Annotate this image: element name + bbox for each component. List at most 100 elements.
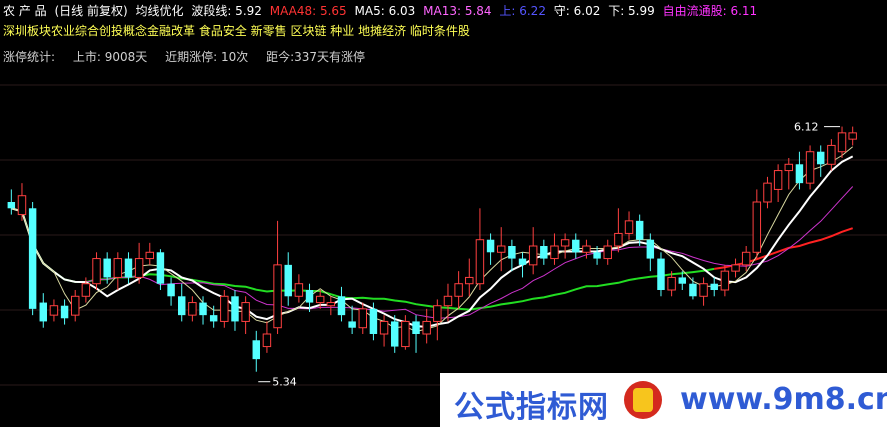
candle-body	[39, 302, 48, 322]
candle-body	[348, 321, 356, 328]
stats-recent: 近期涨停: 10次	[165, 50, 249, 64]
watermark-domain: www.9m8.cn	[680, 382, 887, 417]
candle-body	[667, 276, 676, 291]
candle-body	[540, 246, 548, 259]
candle-body	[199, 302, 207, 316]
chart-mode: (日线 前复权)	[54, 4, 128, 18]
candle-body	[710, 283, 718, 290]
candle-body	[773, 170, 783, 190]
candle-body	[28, 208, 37, 309]
candle-body	[209, 315, 218, 322]
candle-body	[593, 252, 601, 259]
candle-body	[572, 239, 580, 253]
candle-body	[689, 283, 697, 297]
candle-body	[848, 132, 857, 140]
candle-body	[454, 283, 463, 297]
candle-body	[358, 308, 368, 329]
concept-tags: 深圳板块农业综合创投概念金融改革 食品安全 新零售 区块链 种业 地摊经济 临时…	[3, 22, 474, 39]
moving-average-lines	[11, 146, 854, 333]
candle-body	[412, 321, 420, 334]
candle-body	[156, 252, 165, 284]
candle-body	[379, 320, 389, 335]
candle-body	[262, 333, 272, 348]
candle-body	[603, 245, 612, 260]
logo-icon	[624, 381, 662, 419]
candle-body	[167, 283, 175, 297]
candle-body	[401, 320, 410, 348]
ma5-line	[11, 146, 854, 333]
candle-body	[49, 305, 59, 316]
candle-body	[827, 144, 836, 165]
stats-since: 距今:337天有涨停	[266, 50, 366, 64]
indicator-value: MA5: 6.03	[354, 4, 416, 18]
candle-body	[518, 258, 527, 265]
candle-body	[560, 239, 570, 247]
candle-body	[646, 239, 655, 259]
indicator-value: 自由流通股: 6.11	[662, 4, 758, 18]
candle-body	[550, 245, 559, 260]
candle-body	[252, 340, 261, 360]
indicator-header: 农 产 品 (日线 前复权) 均线优化 波段线: 5.92 MAA48: 5.6…	[3, 2, 761, 19]
candle-body	[124, 258, 133, 278]
indicator-name: 均线优化	[135, 4, 184, 18]
band-line	[11, 155, 854, 328]
candle-body	[795, 164, 804, 184]
candle-body	[699, 283, 708, 297]
candle-body	[60, 305, 69, 319]
candle-body	[145, 251, 155, 260]
candle-body	[475, 239, 485, 285]
candle-body	[433, 305, 442, 322]
candle-body	[326, 302, 336, 307]
low-price-label: 5.34	[272, 376, 297, 389]
candle-body	[113, 258, 123, 278]
candle-body	[284, 264, 292, 297]
candle-body	[81, 283, 91, 297]
candle-body	[614, 232, 623, 247]
candle-body	[528, 245, 538, 266]
maa48-line-red	[714, 227, 854, 270]
indicator-value: 上: 6.22	[499, 4, 546, 18]
candle-body	[624, 220, 634, 234]
candle-body	[177, 296, 186, 316]
stats-listed: 上市: 9008天	[72, 50, 148, 64]
candle-body	[103, 258, 111, 278]
limit-up-stats: 涨停统计: 上市: 9008天 近期涨停: 10次 距今:337天有涨停	[3, 48, 379, 65]
candle-body	[7, 202, 16, 209]
candle-body	[805, 151, 815, 184]
candle-body	[188, 302, 197, 316]
candle-body	[70, 295, 80, 316]
candle-body	[390, 321, 399, 347]
candle-body	[657, 258, 665, 290]
candle-body	[231, 296, 239, 322]
candle-body	[337, 296, 346, 316]
candle-body	[294, 283, 304, 297]
candle-body	[635, 220, 644, 240]
candle-body	[508, 246, 516, 259]
candle-body	[496, 245, 506, 253]
candle-body	[241, 302, 250, 322]
indicator-value: 波段线: 5.92	[191, 4, 262, 18]
candles	[7, 126, 857, 372]
candle-body	[752, 201, 762, 253]
candle-body	[134, 258, 144, 278]
candle-body	[273, 264, 282, 329]
concept-text: 深圳板块农业综合创投概念金融改革 食品安全 新零售 区块链 种业 地摊经济 临时…	[3, 24, 470, 38]
indicator-value: 守: 6.02	[553, 4, 601, 18]
candle-body	[837, 132, 847, 153]
indicator-value: MAA48: 5.65	[269, 4, 347, 18]
indicator-value: 下: 5.99	[608, 4, 655, 18]
watermark-text: 公式指标网	[454, 390, 609, 425]
candle-body	[220, 295, 229, 322]
candle-body	[720, 270, 730, 291]
high-price-label: 6.12	[794, 121, 819, 134]
stats-label: 涨停统计:	[3, 50, 56, 64]
candle-body	[678, 277, 687, 284]
watermark-banner: 公式指标网 www.9m8.cn	[440, 373, 887, 427]
candle-body	[443, 295, 453, 307]
ma13-line	[11, 186, 854, 319]
candle-body	[465, 276, 474, 285]
candle-body	[315, 295, 325, 304]
candle-body	[422, 320, 431, 335]
candle-body	[763, 182, 772, 203]
stock-name[interactable]: 农 产 品	[3, 4, 47, 18]
